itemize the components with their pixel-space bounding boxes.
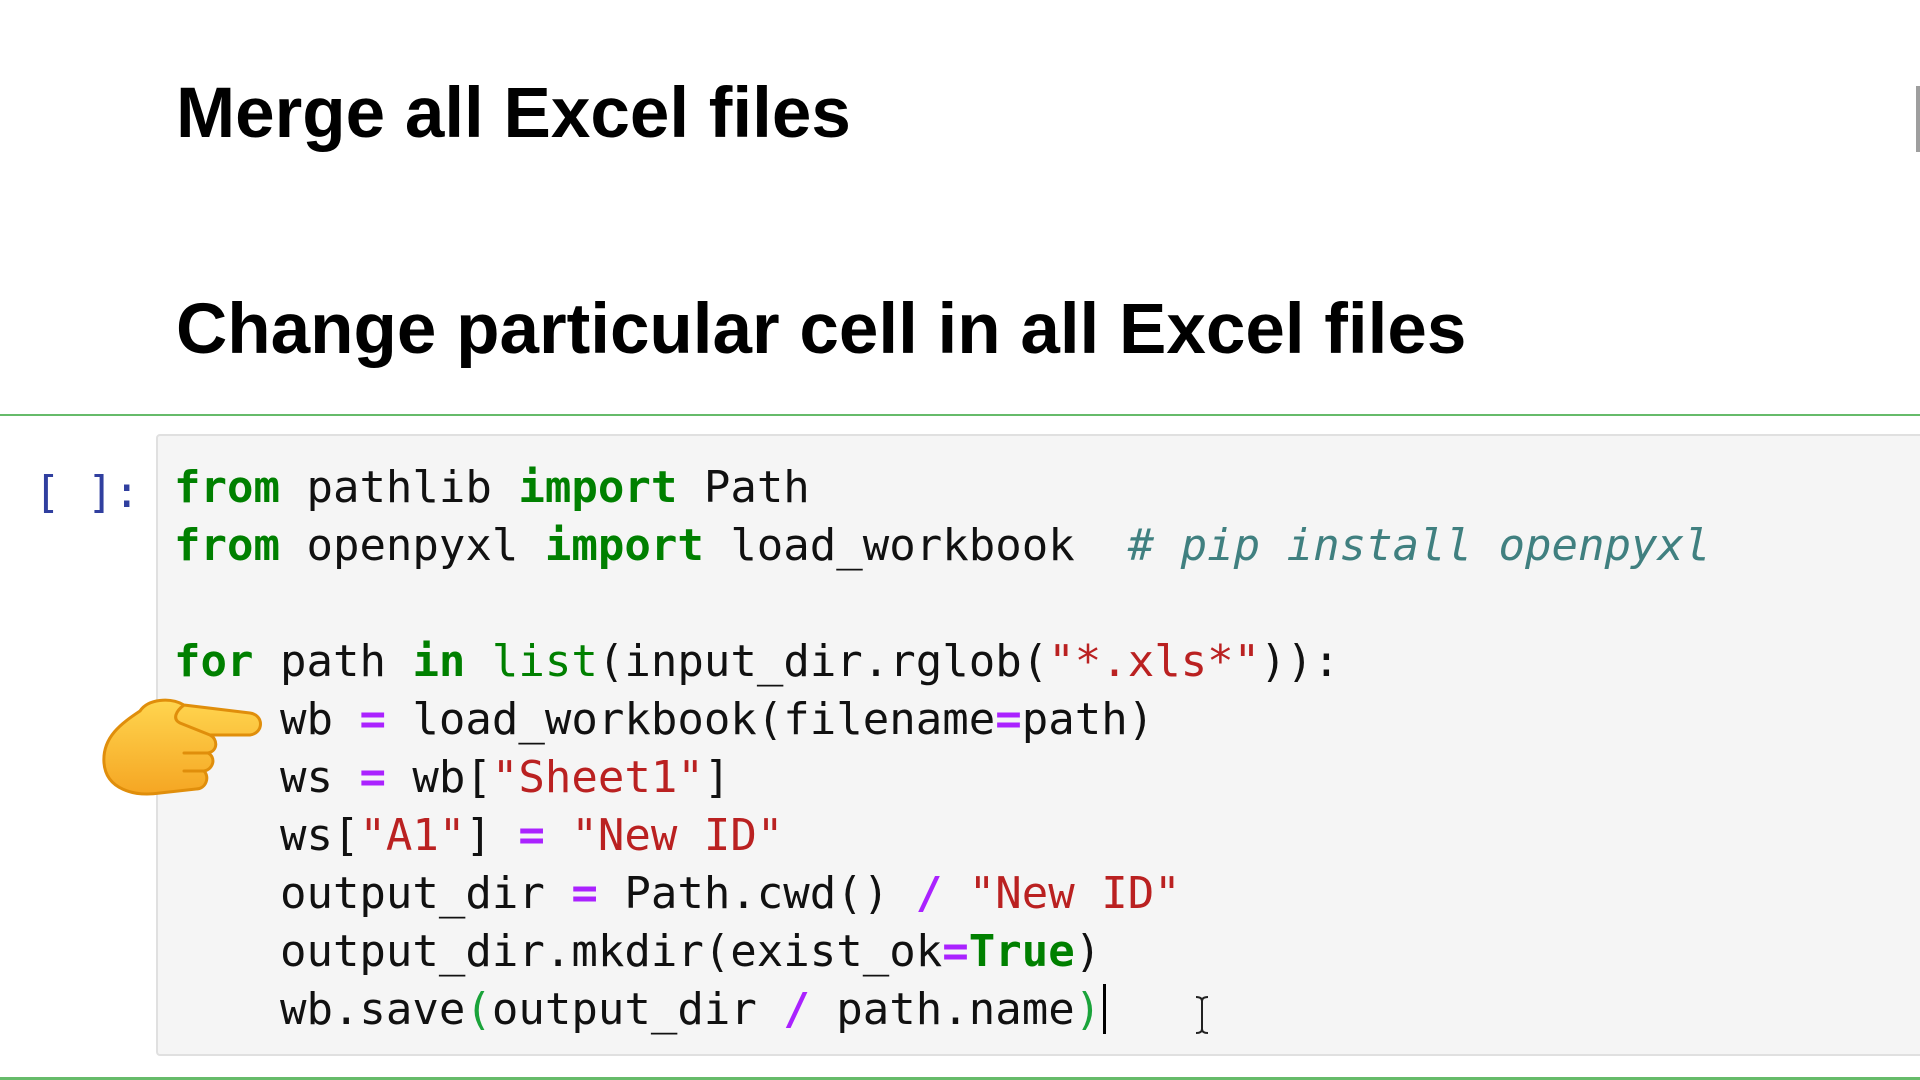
pointing-hand-icon — [102, 698, 262, 796]
operator: = — [518, 810, 545, 861]
matched-paren: ( — [465, 984, 492, 1035]
kw-from: from — [174, 520, 280, 571]
kw-import: import — [518, 462, 678, 513]
matched-paren: ) — [1074, 984, 1102, 1035]
operator: = — [359, 752, 386, 803]
code-token: Path.cwd() — [597, 868, 916, 919]
code-token: path) — [1021, 694, 1155, 745]
operator: = — [359, 694, 386, 745]
kw-from: from — [174, 462, 280, 513]
code-token: ws[ — [174, 810, 360, 861]
cell-prompt: [ ]: — [34, 467, 140, 518]
kw-for: for — [174, 636, 254, 687]
kw-in: in — [412, 636, 466, 687]
kw-true: True — [968, 926, 1075, 977]
code-line-10: wb.save(output_dir / path.name) — [174, 981, 1710, 1039]
code-token: path — [253, 636, 413, 687]
markdown-heading-change-cell: Change particular cell in all Excel file… — [176, 290, 1467, 369]
builtin-list: list — [491, 636, 598, 687]
import-name: load_workbook — [703, 520, 1128, 571]
code-line-5: wb = load_workbook(filename=path) — [174, 691, 1710, 749]
operator: = — [571, 868, 598, 919]
code-line-1: from pathlib import Path — [174, 459, 1710, 517]
operator: / — [783, 984, 810, 1035]
code-token: ) — [1074, 926, 1102, 977]
operator: = — [942, 926, 969, 977]
code-token: )): — [1260, 636, 1340, 687]
code-line-7: ws["A1"] = "New ID" — [174, 807, 1710, 865]
text-caret — [1103, 984, 1107, 1034]
operator: / — [915, 868, 943, 919]
code-token: ] — [703, 752, 731, 803]
module-name: pathlib — [279, 462, 519, 513]
import-name: Path — [677, 462, 810, 513]
module-name: openpyxl — [279, 520, 545, 571]
string-literal: "*.xls*" — [1048, 636, 1261, 687]
code-token: ] — [465, 810, 519, 861]
scrollbar-edge — [1916, 86, 1920, 152]
code-line-4: for path in list(input_dir.rglob("*.xls*… — [174, 633, 1710, 691]
code-line-9: output_dir.mkdir(exist_ok=True) — [174, 923, 1710, 981]
code-token: wb[ — [385, 752, 492, 803]
code-token: (input_dir.rglob( — [597, 636, 1049, 687]
code-line-8: output_dir = Path.cwd() / "New ID" — [174, 865, 1710, 923]
code-token: output_dir — [174, 868, 572, 919]
operator: = — [995, 694, 1022, 745]
code-token: wb.save — [174, 984, 466, 1035]
markdown-heading-merge: Merge all Excel files — [176, 74, 851, 153]
code-text[interactable]: from pathlib import Path from openpyxl im… — [174, 459, 1710, 1039]
code-comment: # pip install openpyxl — [1127, 520, 1711, 571]
code-line-3-blank — [174, 575, 1710, 633]
kw-import: import — [544, 520, 704, 571]
code-token: output_dir — [491, 984, 784, 1035]
code-line-2: from openpyxl import load_workbook # pip… — [174, 517, 1710, 575]
code-token: output_dir.mkdir(exist_ok — [174, 926, 943, 977]
text-cursor-icon — [1195, 996, 1209, 1034]
string-literal: "New ID" — [968, 868, 1181, 919]
string-literal: "Sheet1" — [491, 752, 704, 803]
code-token: path.name — [809, 984, 1075, 1035]
code-token: load_workbook(filename — [385, 694, 996, 745]
string-literal: "A1" — [359, 810, 466, 861]
code-line-6: ws = wb["Sheet1"] — [174, 749, 1710, 807]
string-literal: "New ID" — [571, 810, 784, 861]
